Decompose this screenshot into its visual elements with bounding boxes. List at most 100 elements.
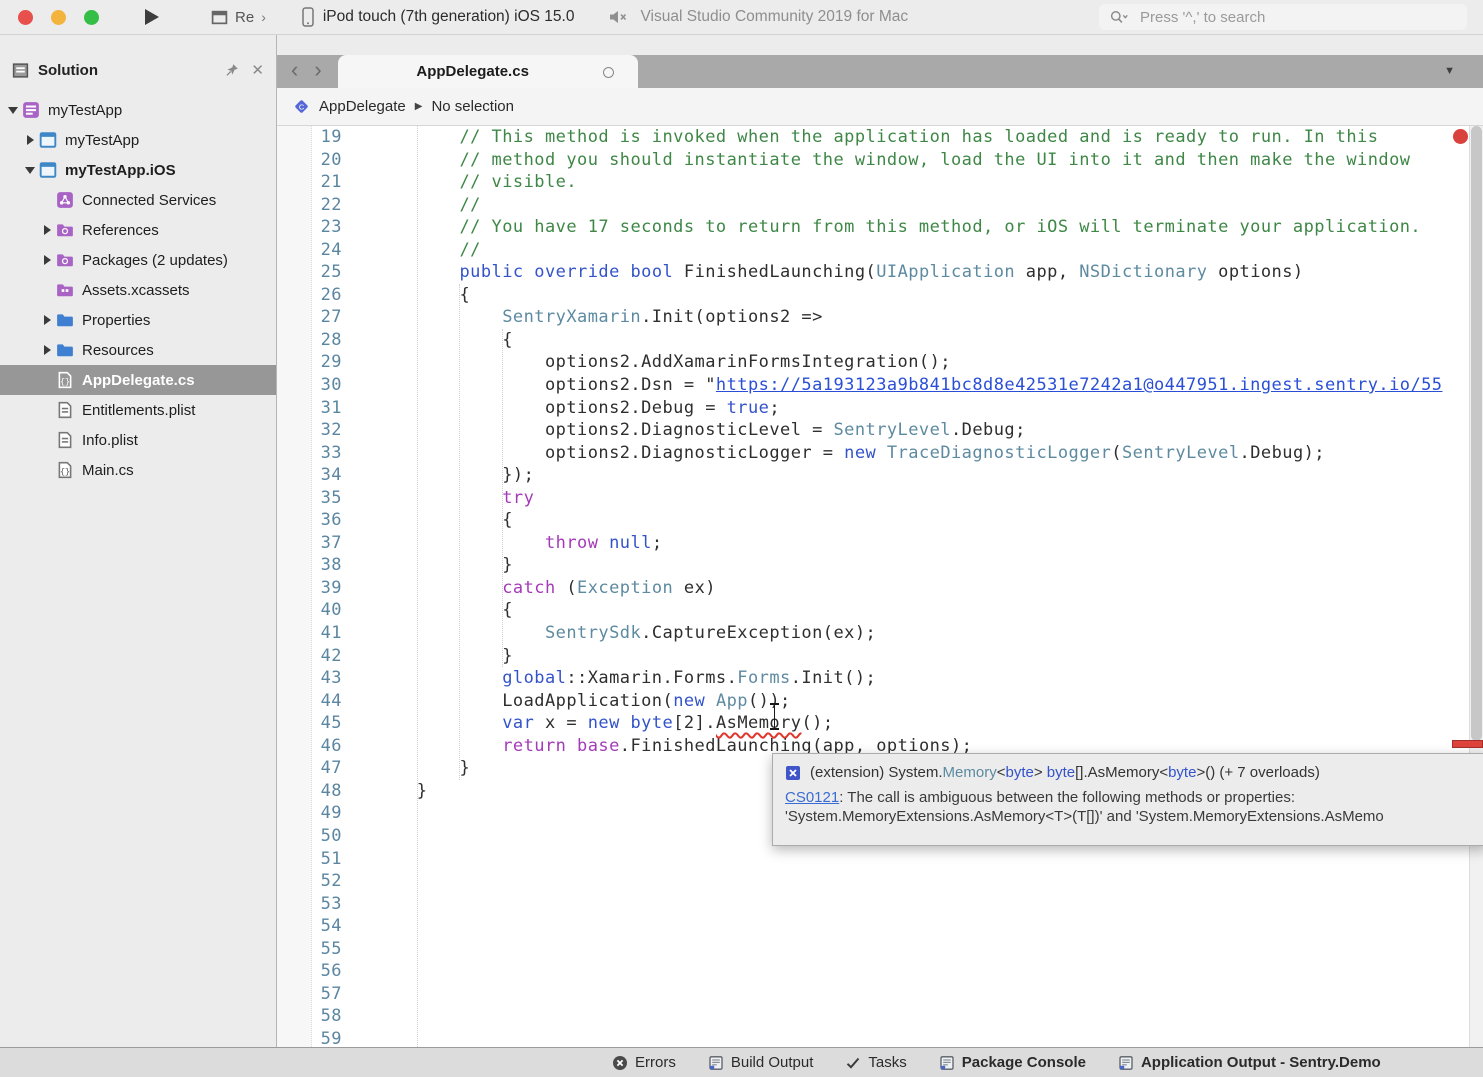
code-line-30[interactable]: 30 options2.Dsn = "https://5a193123a9b84… xyxy=(277,374,1483,397)
code-line-31[interactable]: 31 options2.Debug = true; xyxy=(277,397,1483,420)
sidebar-item-appdelegate-cs[interactable]: {}AppDelegate.cs xyxy=(0,365,276,395)
line-number[interactable]: 22 xyxy=(277,194,352,217)
line-number[interactable]: 26 xyxy=(277,284,352,307)
sidebar-item-mytestapp[interactable]: myTestApp xyxy=(0,125,276,155)
code-line-24[interactable]: 24 // xyxy=(277,239,1483,262)
pin-icon[interactable] xyxy=(225,63,239,77)
sidebar-item-assets-xcassets[interactable]: Assets.xcassets xyxy=(0,275,276,305)
error-health-indicator[interactable] xyxy=(1453,129,1468,144)
code-line-22[interactable]: 22 // xyxy=(277,194,1483,217)
code-line-35[interactable]: 35 try xyxy=(277,487,1483,510)
line-number[interactable]: 53 xyxy=(277,893,352,916)
statusbar-errors-button[interactable]: Errors xyxy=(612,1054,676,1071)
sidebar-item-mytestapp-ios[interactable]: myTestApp.iOS xyxy=(0,155,276,185)
navigate-forward-button[interactable]: › xyxy=(314,59,321,81)
code-line-57[interactable]: 57 xyxy=(277,983,1483,1006)
sidebar-item-connected-services[interactable]: Connected Services xyxy=(0,185,276,215)
sidebar-item-properties[interactable]: Properties xyxy=(0,305,276,335)
disclosure-down-icon[interactable] xyxy=(21,167,39,174)
code-line-29[interactable]: 29 options2.AddXamarinFormsIntegration()… xyxy=(277,351,1483,374)
sidebar-item-packages-2-updates[interactable]: Packages (2 updates) xyxy=(0,245,276,275)
code-line-55[interactable]: 55 xyxy=(277,938,1483,961)
code-line-33[interactable]: 33 options2.DiagnosticLogger = new Trace… xyxy=(277,442,1483,465)
disclosure-right-icon[interactable] xyxy=(38,315,56,325)
code-line-41[interactable]: 41 SentrySdk.CaptureException(ex); xyxy=(277,622,1483,645)
mute-speaker-icon[interactable] xyxy=(608,9,628,25)
sidebar-item-resources[interactable]: Resources xyxy=(0,335,276,365)
code-line-36[interactable]: 36 { xyxy=(277,509,1483,532)
disclosure-right-icon[interactable] xyxy=(38,345,56,355)
code-editor[interactable]: 19 // This method is invoked when the ap… xyxy=(277,126,1483,1047)
disclosure-right-icon[interactable] xyxy=(38,225,56,235)
line-number[interactable]: 23 xyxy=(277,216,352,239)
line-number[interactable]: 32 xyxy=(277,419,352,442)
code-line-45[interactable]: 45 var x = new byte[2].AsMemory(); xyxy=(277,712,1483,735)
disclosure-right-icon[interactable] xyxy=(21,135,39,145)
code-line-58[interactable]: 58 xyxy=(277,1005,1483,1028)
statusbar-tasks-button[interactable]: Tasks xyxy=(845,1054,906,1071)
line-number[interactable]: 21 xyxy=(277,171,352,194)
line-number[interactable]: 37 xyxy=(277,532,352,555)
sidebar-item-references[interactable]: References xyxy=(0,215,276,245)
code-line-27[interactable]: 27 SentryXamarin.Init(options2 => xyxy=(277,306,1483,329)
line-number[interactable]: 31 xyxy=(277,397,352,420)
close-window-button[interactable] xyxy=(18,10,33,25)
code-line-44[interactable]: 44 LoadApplication(new App()); xyxy=(277,690,1483,713)
code-line-42[interactable]: 42 } xyxy=(277,645,1483,668)
disclosure-right-icon[interactable] xyxy=(38,255,56,265)
navigate-back-button[interactable]: ‹ xyxy=(291,59,298,81)
line-number[interactable]: 24 xyxy=(277,239,352,262)
line-number[interactable]: 52 xyxy=(277,870,352,893)
line-number[interactable]: 38 xyxy=(277,554,352,577)
line-number[interactable]: 39 xyxy=(277,577,352,600)
line-number[interactable]: 57 xyxy=(277,983,352,1006)
line-number[interactable]: 34 xyxy=(277,464,352,487)
line-number[interactable]: 25 xyxy=(277,261,352,284)
code-line-39[interactable]: 39 catch (Exception ex) xyxy=(277,577,1483,600)
line-number[interactable]: 42 xyxy=(277,645,352,668)
code-line-54[interactable]: 54 xyxy=(277,915,1483,938)
scrollbar-thumb[interactable] xyxy=(1471,126,1482,741)
sidebar-item-mytestapp[interactable]: myTestApp xyxy=(0,95,276,125)
run-button[interactable] xyxy=(141,7,161,27)
code-line-20[interactable]: 20 // method you should instantiate the … xyxy=(277,149,1483,172)
code-line-32[interactable]: 32 options2.DiagnosticLevel = SentryLeve… xyxy=(277,419,1483,442)
line-number[interactable]: 49 xyxy=(277,802,352,825)
line-number[interactable]: 59 xyxy=(277,1028,352,1047)
maximize-window-button[interactable] xyxy=(84,10,99,25)
tab-list-dropdown-icon[interactable]: ▼ xyxy=(1444,65,1455,77)
line-number[interactable]: 40 xyxy=(277,599,352,622)
breadcrumb-class[interactable]: AppDelegate xyxy=(319,98,406,115)
device-selector[interactable]: iPod touch (7th generation) iOS 15.0 xyxy=(302,7,575,27)
line-number[interactable]: 27 xyxy=(277,306,352,329)
line-number[interactable]: 41 xyxy=(277,622,352,645)
disclosure-down-icon[interactable] xyxy=(4,107,22,114)
sidebar-item-entitlements-plist[interactable]: Entitlements.plist xyxy=(0,395,276,425)
line-number[interactable]: 46 xyxy=(277,735,352,758)
code-line-23[interactable]: 23 // You have 17 seconds to return from… xyxy=(277,216,1483,239)
line-number[interactable]: 28 xyxy=(277,329,352,352)
error-code-link[interactable]: CS0121 xyxy=(785,789,839,806)
sidebar-item-info-plist[interactable]: Info.plist xyxy=(0,425,276,455)
breadcrumb-selection[interactable]: No selection xyxy=(431,98,514,115)
code-line-34[interactable]: 34 }); xyxy=(277,464,1483,487)
code-line-56[interactable]: 56 xyxy=(277,960,1483,983)
editor-scrollbar[interactable] xyxy=(1469,126,1483,1047)
code-line-59[interactable]: 59 xyxy=(277,1028,1483,1047)
line-number[interactable]: 35 xyxy=(277,487,352,510)
line-number[interactable]: 54 xyxy=(277,915,352,938)
statusbar-build-output-button[interactable]: Build Output xyxy=(708,1054,814,1071)
line-number[interactable]: 55 xyxy=(277,938,352,961)
code-line-53[interactable]: 53 xyxy=(277,893,1483,916)
code-line-52[interactable]: 52 xyxy=(277,870,1483,893)
line-number[interactable]: 19 xyxy=(277,126,352,149)
code-line-51[interactable]: 51 xyxy=(277,848,1483,871)
line-number[interactable]: 44 xyxy=(277,690,352,713)
line-number[interactable]: 36 xyxy=(277,509,352,532)
statusbar-application-output-sentry-demo-button[interactable]: Application Output - Sentry.Demo xyxy=(1118,1054,1381,1071)
line-number[interactable]: 47 xyxy=(277,757,352,780)
code-line-28[interactable]: 28 { xyxy=(277,329,1483,352)
minimize-window-button[interactable] xyxy=(51,10,66,25)
line-number[interactable]: 51 xyxy=(277,848,352,871)
close-icon[interactable]: ✕ xyxy=(251,63,264,78)
